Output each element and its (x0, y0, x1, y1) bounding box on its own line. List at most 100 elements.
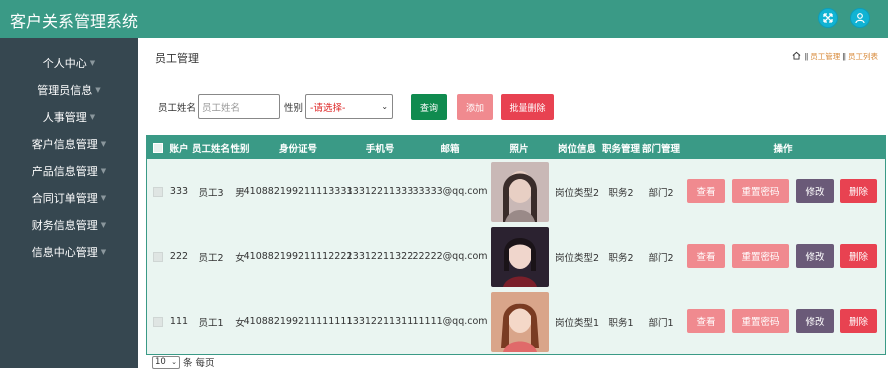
cell-email: 22222@qq.com (412, 251, 488, 262)
reset-password-button[interactable]: 重置密码 (732, 244, 789, 268)
top-header: 客户关系管理系统 (0, 0, 888, 38)
sidebar-item-contract[interactable]: 合同订单管理 ▼ (0, 186, 138, 210)
sidebar-item-hr[interactable]: 人事管理 ▼ (0, 105, 138, 129)
row-checkbox[interactable] (153, 316, 163, 327)
user-button[interactable] (850, 8, 870, 28)
select-all-cell (149, 136, 167, 159)
employee-photo (491, 226, 549, 287)
column-header-email: 邮箱 (440, 143, 460, 155)
main-content: 员工管理 ǁ 员工管理 ǁ 员工列表 员工姓名 员工姓名 性别 -请选择- ⌄ … (138, 38, 888, 369)
cell-duty: 职务1 (608, 317, 634, 329)
reset-password-button[interactable]: 重置密码 (732, 309, 789, 333)
edit-button[interactable]: 修改 (796, 179, 834, 203)
column-header-duty: 职务管理 (601, 143, 640, 155)
caret-down-icon: ▼ (100, 194, 107, 202)
cell-photo (490, 224, 550, 289)
column-header-id-card: 身份证号 (278, 143, 317, 155)
row-checkbox[interactable] (153, 251, 163, 262)
sidebar-item-admin-info[interactable]: 管理员信息 ▼ (0, 78, 138, 102)
home-icon[interactable] (792, 51, 803, 62)
sidebar-item-label: 人事管理 (42, 111, 87, 124)
column-header-account: 账户 (169, 143, 189, 155)
column-header-gender: 性别 (230, 143, 250, 155)
breadcrumb: ǁ 员工管理 ǁ 员工列表 (792, 51, 878, 62)
breadcrumb-separator: ǁ (842, 52, 846, 61)
column-header-actions: 操作 (773, 143, 793, 155)
table-row: 111 员工1 女 410882199211111111 13312211311… (147, 289, 885, 354)
table-row: 333 员工3 男 410882199211113333 13312211333… (147, 159, 885, 224)
caret-down-icon: ▼ (100, 248, 107, 256)
table-row: 222 员工2 女 410882199211112222 13312211322… (147, 224, 885, 289)
breadcrumb-item[interactable]: 员工列表 (848, 51, 878, 62)
view-button[interactable]: 查看 (687, 309, 725, 333)
edit-button[interactable]: 修改 (796, 244, 834, 268)
gender-select[interactable]: -请选择- ⌄ (305, 94, 394, 119)
reset-password-button[interactable]: 重置密码 (732, 179, 789, 203)
select-all-checkbox[interactable] (153, 142, 163, 153)
cell-phone: 13312211311 (346, 316, 414, 327)
query-button[interactable]: 查询 (411, 94, 447, 120)
column-header-position: 岗位信息 (557, 143, 596, 155)
user-icon (854, 9, 866, 28)
row-checkbox[interactable] (153, 186, 163, 197)
employee-photo (491, 291, 549, 352)
add-button[interactable]: 添加 (457, 94, 493, 120)
page-size-select[interactable]: 10 ⌄ (152, 355, 180, 369)
row-checkbox-cell (149, 159, 167, 224)
name-search-input[interactable]: 员工姓名 (198, 94, 281, 119)
cell-phone: 13312211322 (346, 251, 414, 262)
pagination: 10 ⌄ 条 每页 (152, 355, 215, 369)
chevron-down-icon: ⌄ (381, 102, 389, 111)
delete-button[interactable]: 删除 (840, 179, 877, 203)
view-button[interactable]: 查看 (687, 244, 725, 268)
sidebar-item-customer[interactable]: 客户信息管理 ▼ (0, 132, 138, 156)
sidebar-item-label: 客户信息管理 (31, 138, 98, 151)
gender-label: 性别 (284, 102, 304, 114)
cell-photo (490, 289, 550, 354)
employee-photo (491, 161, 549, 222)
cell-id-card: 410882199211111111 (243, 316, 353, 327)
row-checkbox-cell (149, 289, 167, 354)
employee-table: 账户 员工姓名 性别 身份证号 手机号 邮箱 照片 岗位信息 职务管理 部门管理… (146, 135, 886, 355)
page-title: 员工管理 (155, 52, 199, 65)
search-bar: 员工姓名 员工姓名 性别 -请选择- ⌄ (158, 94, 394, 119)
sidebar-item-label: 管理员信息 (37, 84, 93, 97)
cell-duty: 职务2 (608, 187, 634, 199)
cell-name: 员工2 (198, 252, 224, 264)
sidebar-item-personal-center[interactable]: 个人中心 ▼ (0, 51, 138, 75)
sidebar-item-finance[interactable]: 财务信息管理 ▼ (0, 213, 138, 237)
cell-duty: 职务2 (608, 252, 634, 264)
sidebar-item-product[interactable]: 产品信息管理 ▼ (0, 159, 138, 183)
cell-account: 111 (169, 316, 189, 327)
sidebar-item-info-center[interactable]: 信息中心管理 ▼ (0, 240, 138, 264)
delete-button[interactable]: 删除 (840, 244, 877, 268)
cell-dept: 部门1 (648, 317, 674, 329)
batch-delete-button[interactable]: 批量删除 (501, 94, 554, 120)
breadcrumb-separator: ǁ (804, 52, 809, 61)
cell-position: 岗位类型2 (554, 252, 600, 264)
sidebar-item-label: 合同订单管理 (31, 192, 98, 205)
fullscreen-icon (822, 9, 834, 28)
page-size-suffix: 条 每页 (183, 358, 215, 369)
app-title: 客户关系管理系统 (10, 12, 139, 31)
fullscreen-button[interactable] (818, 8, 838, 28)
breadcrumb-item[interactable]: 员工管理 (810, 51, 840, 62)
page-size-value: 10 (155, 357, 166, 367)
cell-email: 33333@qq.com (412, 186, 488, 197)
table-header: 账户 员工姓名 性别 身份证号 手机号 邮箱 照片 岗位信息 职务管理 部门管理… (147, 136, 885, 159)
caret-down-icon: ▼ (95, 86, 101, 94)
cell-account: 333 (169, 186, 189, 197)
cell-dept: 部门2 (648, 252, 674, 264)
cell-position: 岗位类型2 (554, 187, 600, 199)
column-header-photo: 照片 (509, 143, 529, 155)
edit-button[interactable]: 修改 (796, 309, 834, 333)
cell-account: 222 (169, 251, 189, 262)
view-button[interactable]: 查看 (687, 179, 725, 203)
row-checkbox-cell (149, 224, 167, 289)
cell-id-card: 410882199211112222 (243, 251, 353, 262)
delete-button[interactable]: 删除 (840, 309, 877, 333)
column-header-name: 员工姓名 (191, 143, 230, 155)
caret-down-icon: ▼ (100, 140, 107, 148)
name-label: 员工姓名 (158, 102, 197, 114)
caret-down-icon: ▼ (100, 221, 107, 229)
